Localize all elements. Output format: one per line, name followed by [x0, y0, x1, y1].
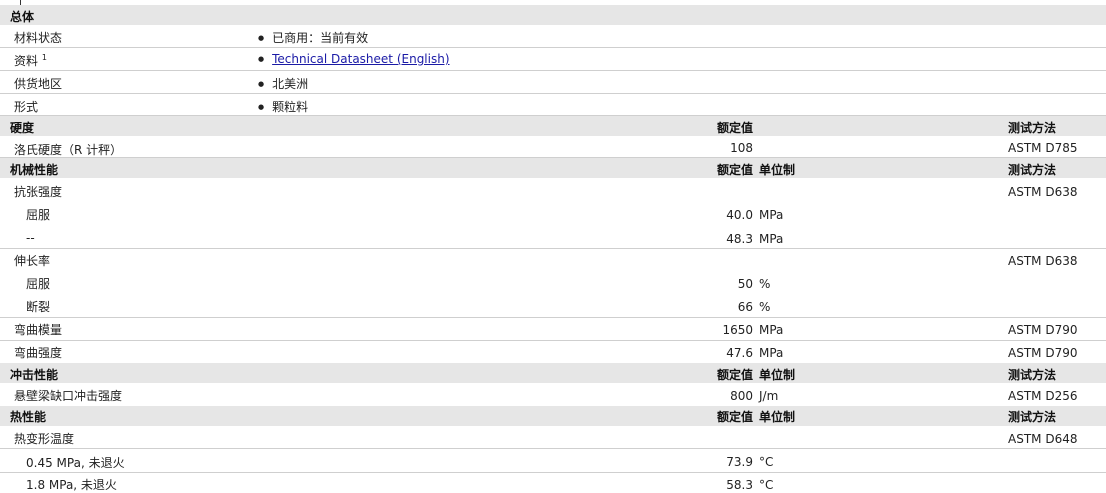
header-test-method: 测试方法	[1008, 163, 1057, 177]
table-row: 材料状态 已商用：当前有效	[0, 25, 1106, 48]
row-label: 伸长率	[14, 254, 51, 268]
table-row: 伸长率 ASTM D638	[0, 249, 1106, 271]
header-unit: 单位制	[759, 368, 796, 382]
row-label: 材料状态	[14, 31, 63, 45]
row-label: 资料 1	[14, 52, 47, 69]
header-test-method: 测试方法	[1008, 121, 1057, 135]
row-unit: %	[759, 300, 771, 314]
row-test-method: ASTM D648	[1008, 432, 1078, 446]
row-label: 弯曲强度	[14, 346, 63, 360]
row-value: 50	[737, 277, 753, 291]
row-sublabel: 屈服	[26, 208, 51, 222]
row-sublabel: 1.8 MPa, 未退火	[26, 478, 117, 492]
row-unit: °C	[759, 455, 774, 469]
footnote-marker: 1	[41, 53, 47, 62]
row-label: 洛氏硬度（R 计秤）	[14, 143, 123, 157]
row-value: 48.3	[726, 232, 753, 246]
row-label: 悬壁梁缺口冲击强度	[14, 389, 123, 403]
row-value: 58.3	[726, 478, 753, 492]
row-test-method: ASTM D256	[1008, 389, 1078, 403]
row-sublabel: 屈服	[26, 277, 51, 291]
table-row: 悬壁梁缺口冲击强度 800 J/m ASTM D256	[0, 383, 1106, 406]
table-row: 资料 1 Technical Datasheet (English)	[0, 48, 1106, 71]
row-value: 已商用：当前有效	[258, 29, 368, 46]
row-label: 弯曲模量	[14, 323, 63, 337]
section-title: 总体	[10, 10, 35, 24]
row-test-method: ASTM D638	[1008, 185, 1078, 199]
row-label: 抗张强度	[14, 185, 63, 199]
table-row: 抗张强度 ASTM D638	[0, 178, 1106, 201]
row-value: 40.0	[726, 208, 753, 222]
row-value: 北美洲	[258, 75, 308, 92]
row-test-method: ASTM D790	[1008, 323, 1078, 337]
table-row: 形式 颗粒料	[0, 94, 1106, 116]
row-value: 73.9	[726, 455, 753, 469]
table-row: 1.8 MPa, 未退火 58.3 °C	[0, 473, 1106, 492]
table-row: 弯曲强度 47.6 MPa ASTM D790	[0, 341, 1106, 363]
section-title: 热性能	[10, 410, 47, 424]
section-header-general: 总体	[0, 5, 1106, 25]
row-label: 供货地区	[14, 77, 63, 91]
row-test-method: ASTM D638	[1008, 254, 1078, 268]
section-title: 冲击性能	[10, 368, 59, 382]
header-value: 额定值	[716, 368, 753, 382]
row-unit: MPa	[759, 232, 784, 246]
row-value: 800	[730, 389, 753, 403]
row-test-method: ASTM D785	[1008, 141, 1078, 155]
header-unit: 单位制	[759, 163, 796, 177]
section-header-impact: 冲击性能 额定值 单位制 测试方法	[0, 363, 1106, 383]
row-unit: MPa	[759, 323, 784, 337]
row-value: Technical Datasheet (English)	[258, 52, 449, 66]
table-row: 断裂 66 %	[0, 295, 1106, 318]
table-row: 屈服 40.0 MPa	[0, 201, 1106, 225]
table-row: 屈服 50 %	[0, 271, 1106, 295]
row-label-text: 资料	[14, 54, 39, 68]
table-row: 供货地区 北美洲	[0, 71, 1106, 94]
row-label: 热变形温度	[14, 432, 75, 446]
row-label: 形式	[14, 100, 39, 114]
row-value: 颗粒料	[258, 98, 308, 115]
row-value: 108	[730, 141, 753, 155]
row-unit: MPa	[759, 208, 784, 222]
row-value: 47.6	[726, 346, 753, 360]
row-sublabel: 0.45 MPa, 未退火	[26, 456, 125, 470]
header-test-method: 测试方法	[1008, 410, 1057, 424]
row-unit: J/m	[759, 389, 779, 403]
header-unit: 单位制	[759, 410, 796, 424]
section-header-thermal: 热性能 额定值 单位制 测试方法	[0, 406, 1106, 426]
row-unit: °C	[759, 478, 774, 492]
header-value: 额定值	[716, 121, 753, 135]
table-row: 洛氏硬度（R 计秤） 108 ASTM D785	[0, 136, 1106, 158]
row-sublabel: 断裂	[26, 300, 51, 314]
table-row: 弯曲模量 1650 MPa ASTM D790	[0, 318, 1106, 341]
section-title: 硬度	[10, 121, 35, 135]
table-row: 0.45 MPa, 未退火 73.9 °C	[0, 449, 1106, 473]
row-test-method: ASTM D790	[1008, 346, 1078, 360]
section-header-mechanical: 机械性能 额定值 单位制 测试方法	[0, 158, 1106, 178]
row-value: 1650	[722, 323, 753, 337]
section-title: 机械性能	[10, 163, 59, 177]
row-unit: %	[759, 277, 771, 291]
datasheet-link[interactable]: Technical Datasheet (English)	[272, 52, 449, 66]
header-value: 额定值	[716, 163, 753, 177]
row-unit: MPa	[759, 346, 784, 360]
header-test-method: 测试方法	[1008, 368, 1057, 382]
section-header-hardness: 硬度 额定值 测试方法	[0, 116, 1106, 136]
table-row: 热变形温度 ASTM D648	[0, 426, 1106, 449]
header-value: 额定值	[716, 410, 753, 424]
row-value: 66	[737, 300, 753, 314]
row-sublabel: --	[26, 231, 35, 245]
table-row: -- 48.3 MPa	[0, 225, 1106, 249]
